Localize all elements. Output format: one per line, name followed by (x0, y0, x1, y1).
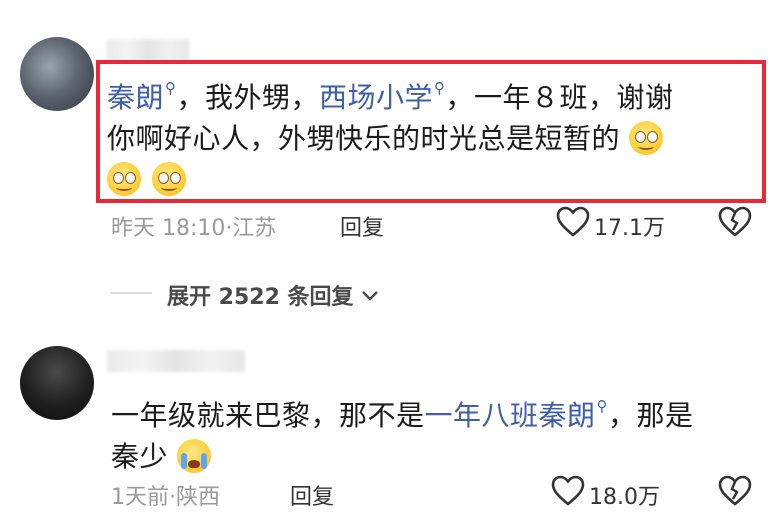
username-blurred[interactable] (107, 39, 189, 61)
search-icon[interactable]: ⚲ (597, 397, 609, 415)
smile-emoji (629, 121, 664, 155)
heart-icon (556, 206, 590, 237)
dislike-button[interactable] (718, 206, 752, 242)
expand-replies-button[interactable]: 展开 2522 条回复 (167, 279, 379, 311)
comment-text: 秦朗⚲，我外甥，西场小学⚲，一年８班，谢谢 你啊好心人，外甥快乐的时光总是短暂的 (107, 68, 757, 200)
smile-emoji (152, 162, 187, 196)
dislike-button[interactable] (718, 475, 752, 511)
user-avatar[interactable] (20, 37, 94, 111)
chevron-down-icon (362, 291, 379, 301)
reply-button[interactable]: 回复 (290, 479, 334, 511)
search-icon[interactable]: ⚲ (434, 79, 446, 97)
broken-heart-icon (718, 475, 752, 506)
like-count: 18.0万 (589, 485, 660, 510)
crying-emoji (177, 439, 212, 473)
user-avatar[interactable] (20, 346, 94, 420)
username-blurred[interactable] (107, 350, 245, 372)
like-button[interactable] (551, 475, 585, 511)
reply-button[interactable]: 回复 (340, 210, 384, 242)
mention-link[interactable]: 秦朗 (107, 81, 164, 114)
mention-link[interactable]: 一年八班秦朗 (425, 399, 596, 432)
divider (110, 292, 152, 294)
comment-text: 一年级就来巴黎，那不是一年八班秦朗⚲，那是 秦少 (111, 397, 694, 473)
like-count: 17.1万 (594, 216, 665, 241)
smile-emoji (107, 162, 141, 196)
like-button[interactable] (556, 206, 590, 242)
mention-link[interactable]: 西场小学 (319, 81, 433, 114)
search-icon[interactable]: ⚲ (165, 79, 177, 97)
comment-meta: 1天前·陕西 (111, 485, 221, 510)
heart-icon (551, 475, 585, 506)
broken-heart-icon (718, 206, 752, 237)
comment-meta: 昨天 18:10·江苏 (111, 216, 277, 241)
